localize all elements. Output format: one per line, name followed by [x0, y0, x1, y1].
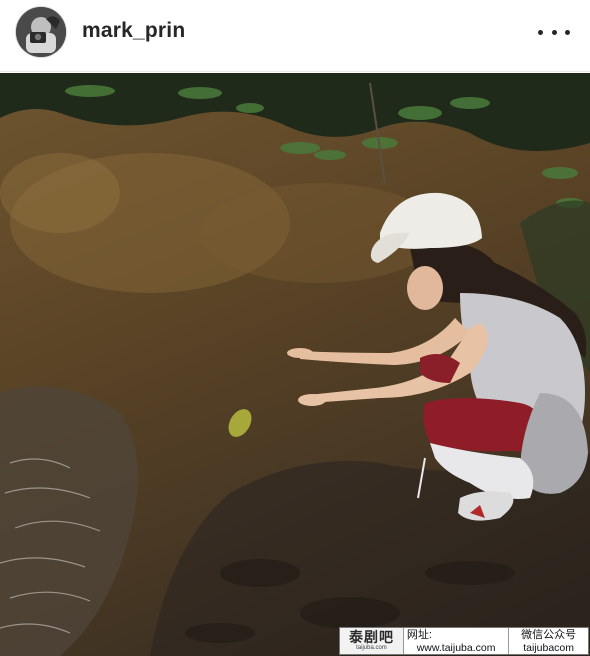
- watermark-website-label: 网址:: [406, 628, 432, 641]
- avatar[interactable]: [16, 7, 66, 57]
- watermark-logo-text: 泰剧吧: [348, 629, 394, 645]
- more-options-button[interactable]: [538, 20, 570, 44]
- stream-scene-image: [0, 73, 590, 656]
- watermark-wechat-label: 微信公众号: [521, 628, 577, 641]
- more-horizontal-icon-dot: [551, 29, 557, 35]
- more-horizontal-icon-dot: [565, 29, 570, 35]
- username[interactable]: mark_prin: [82, 19, 185, 43]
- watermark-website-url: www.taijuba.com: [416, 641, 496, 654]
- watermark-wechat-id: taijubacom: [523, 641, 574, 654]
- watermark-wechat: 微信公众号 taijubacom: [509, 628, 588, 654]
- watermark-website: 网址: www.taijuba.com: [404, 628, 510, 654]
- profile-photo-icon: [16, 7, 66, 57]
- more-horizontal-icon: [538, 29, 543, 35]
- post-header: mark_prin: [0, 0, 590, 72]
- watermark-logo: 泰剧吧 taijuba.com: [340, 628, 404, 654]
- watermark-banner: 泰剧吧 taijuba.com 网址: www.taijuba.com 微信公众…: [339, 627, 589, 655]
- post-photo[interactable]: [0, 73, 590, 656]
- watermark-logo-subtext: taijuba.com: [356, 645, 387, 651]
